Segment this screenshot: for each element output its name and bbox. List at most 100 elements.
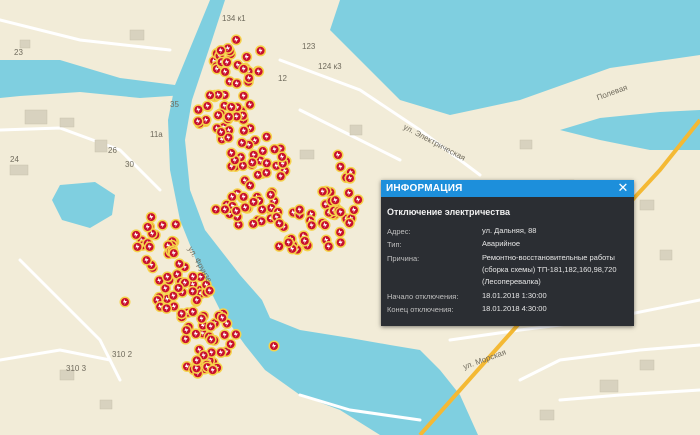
outage-marker[interactable] bbox=[144, 241, 156, 253]
outage-marker[interactable] bbox=[173, 282, 185, 294]
outage-marker[interactable] bbox=[196, 313, 208, 325]
outage-marker[interactable] bbox=[145, 211, 157, 223]
outage-marker[interactable] bbox=[142, 221, 154, 233]
outage-marker[interactable] bbox=[343, 187, 355, 199]
outage-marker[interactable] bbox=[253, 66, 265, 78]
start-value: 18.01.2018 1:30:00 bbox=[482, 291, 547, 300]
outage-marker[interactable] bbox=[230, 34, 242, 46]
outage-marker[interactable] bbox=[225, 338, 237, 350]
outage-marker[interactable] bbox=[187, 306, 199, 318]
outage-marker[interactable] bbox=[334, 161, 346, 173]
info-panel: ИНФОРМАЦИЯ ✕ Отключение электричества Ад… bbox=[381, 180, 634, 326]
outage-marker[interactable] bbox=[276, 151, 288, 163]
outage-marker[interactable] bbox=[130, 229, 142, 241]
outage-marker[interactable] bbox=[283, 237, 295, 249]
outage-marker[interactable] bbox=[192, 115, 204, 127]
outage-marker[interactable] bbox=[334, 226, 346, 238]
outage-marker[interactable] bbox=[244, 180, 256, 192]
outage-marker[interactable] bbox=[335, 236, 347, 248]
outage-marker[interactable] bbox=[223, 111, 235, 123]
outage-marker[interactable] bbox=[204, 285, 216, 297]
outage-marker[interactable] bbox=[238, 63, 250, 75]
outage-marker[interactable] bbox=[205, 334, 217, 346]
outage-marker[interactable] bbox=[176, 308, 188, 320]
outage-marker[interactable] bbox=[225, 147, 237, 159]
outage-marker[interactable] bbox=[225, 101, 237, 113]
outage-marker[interactable] bbox=[261, 157, 273, 169]
house-number: 30 bbox=[125, 160, 134, 169]
outage-marker[interactable] bbox=[335, 206, 347, 218]
outage-marker[interactable] bbox=[244, 99, 256, 111]
outage-marker[interactable] bbox=[306, 219, 318, 231]
outage-marker[interactable] bbox=[141, 254, 153, 266]
outage-marker[interactable] bbox=[156, 219, 168, 231]
outage-marker[interactable] bbox=[268, 340, 280, 352]
outage-marker[interactable] bbox=[190, 328, 202, 340]
outage-marker[interactable] bbox=[317, 186, 329, 198]
outage-marker[interactable] bbox=[191, 354, 203, 366]
outage-marker[interactable] bbox=[261, 131, 273, 143]
outage-marker[interactable] bbox=[238, 191, 250, 203]
type-value: Аварийное bbox=[482, 239, 521, 248]
outage-marker[interactable] bbox=[231, 77, 243, 89]
close-icon[interactable]: ✕ bbox=[616, 180, 630, 196]
outage-marker[interactable] bbox=[255, 45, 267, 57]
outage-marker[interactable] bbox=[273, 240, 285, 252]
outage-marker[interactable] bbox=[205, 320, 217, 332]
outage-marker[interactable] bbox=[168, 247, 180, 259]
outage-marker[interactable] bbox=[173, 258, 185, 270]
reason-value: Ремонтно-восстановительные работы (сборк… bbox=[482, 253, 617, 286]
outage-marker[interactable] bbox=[212, 109, 224, 121]
outage-marker[interactable] bbox=[215, 346, 227, 358]
type-label: Тип: bbox=[387, 240, 402, 249]
outage-marker[interactable] bbox=[187, 285, 199, 297]
outage-marker[interactable] bbox=[216, 312, 228, 324]
outage-marker[interactable] bbox=[248, 196, 260, 208]
outage-marker[interactable] bbox=[329, 194, 341, 206]
outage-marker[interactable] bbox=[131, 241, 143, 253]
outage-marker[interactable] bbox=[207, 364, 219, 376]
outage-marker[interactable] bbox=[219, 66, 231, 78]
outage-marker[interactable] bbox=[299, 235, 311, 247]
outage-marker[interactable] bbox=[260, 167, 272, 179]
start-label: Начало отключения: bbox=[387, 292, 459, 301]
house-number: 124 к3 bbox=[318, 62, 342, 71]
outage-marker[interactable] bbox=[161, 271, 173, 283]
outage-marker[interactable] bbox=[236, 137, 248, 149]
info-panel-title: ИНФОРМАЦИЯ bbox=[386, 183, 463, 194]
outage-marker[interactable] bbox=[180, 324, 192, 336]
outage-marker[interactable] bbox=[238, 125, 250, 137]
address-value: ул. Дальняя, 88 bbox=[482, 226, 537, 235]
outage-marker[interactable] bbox=[215, 126, 227, 138]
outage-marker[interactable] bbox=[204, 89, 216, 101]
house-number: 310 2 bbox=[112, 350, 133, 359]
outage-marker[interactable] bbox=[319, 219, 331, 231]
reason-label: Причина: bbox=[387, 254, 420, 263]
outage-marker[interactable] bbox=[344, 172, 356, 184]
outage-marker[interactable] bbox=[352, 194, 364, 206]
outage-marker[interactable] bbox=[230, 328, 242, 340]
outage-marker[interactable] bbox=[238, 90, 250, 102]
outage-marker[interactable] bbox=[332, 149, 344, 161]
outage-marker[interactable] bbox=[343, 217, 355, 229]
outage-marker[interactable] bbox=[348, 204, 360, 216]
outage-marker[interactable] bbox=[265, 189, 277, 201]
outage-marker[interactable] bbox=[219, 203, 231, 215]
outage-marker[interactable] bbox=[273, 217, 285, 229]
event-title: Отключение электричества bbox=[387, 207, 511, 217]
outage-marker[interactable] bbox=[192, 104, 204, 116]
outage-marker[interactable] bbox=[219, 329, 231, 341]
house-number: 134 к1 bbox=[222, 14, 246, 23]
outage-marker[interactable] bbox=[215, 44, 227, 56]
outage-marker[interactable] bbox=[170, 218, 182, 230]
outage-marker[interactable] bbox=[294, 204, 306, 216]
outage-marker[interactable] bbox=[323, 241, 335, 253]
outage-marker[interactable] bbox=[241, 51, 253, 63]
outage-marker[interactable] bbox=[275, 170, 287, 182]
outage-marker[interactable] bbox=[161, 302, 173, 314]
outage-marker[interactable] bbox=[221, 56, 233, 68]
end-value: 18.01.2018 4:30:00 bbox=[482, 304, 547, 313]
outage-marker[interactable] bbox=[247, 218, 259, 230]
outage-marker[interactable] bbox=[119, 296, 131, 308]
outage-marker[interactable] bbox=[246, 157, 258, 169]
